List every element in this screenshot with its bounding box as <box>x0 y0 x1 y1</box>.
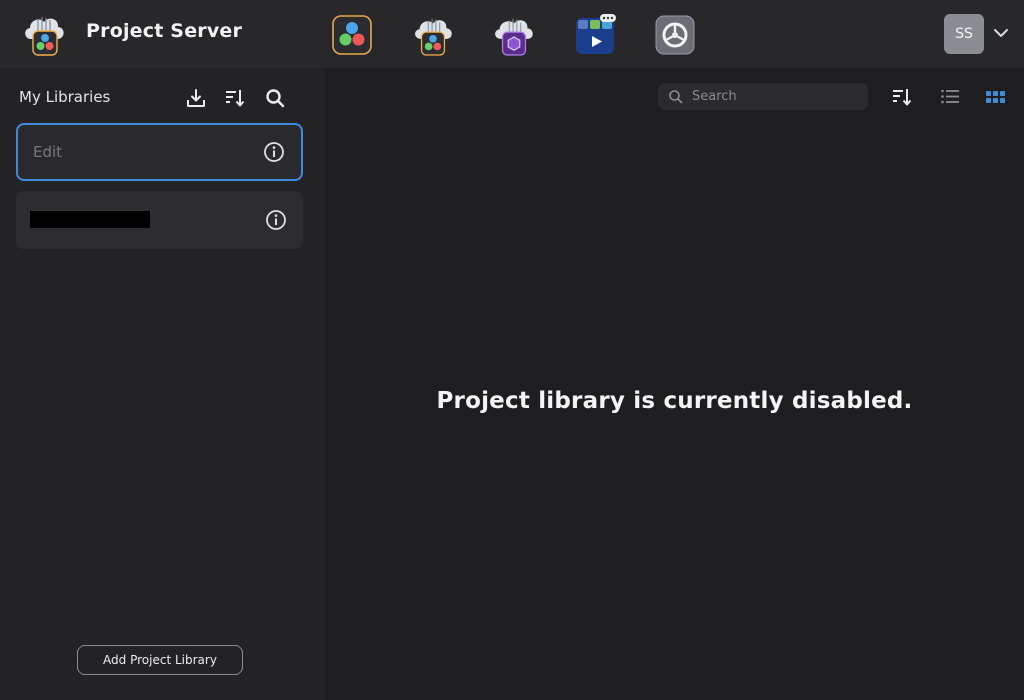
import-icon[interactable] <box>185 87 207 109</box>
grid-view-icon[interactable] <box>985 86 1007 108</box>
list-view-icon[interactable] <box>939 86 961 108</box>
sort-icon[interactable] <box>224 87 246 109</box>
info-icon[interactable] <box>263 141 285 163</box>
davinci-cloud-icon[interactable] <box>410 14 456 56</box>
empty-state-message: Project library is currently disabled. <box>436 388 913 414</box>
project-server-cloud-icon <box>25 17 64 56</box>
main-content: Project library is currently disabled. <box>325 68 1024 700</box>
user-avatar[interactable]: SS <box>944 14 984 54</box>
library-item-label: Edit <box>33 143 63 161</box>
library-item-redacted[interactable] <box>16 191 303 249</box>
library-item-edit[interactable]: Edit <box>16 123 303 181</box>
search-icon[interactable] <box>264 87 286 109</box>
presentations-icon[interactable] <box>574 14 618 56</box>
top-bar: Project Server SS <box>0 0 1024 68</box>
library-sidebar: My Libraries Edit Add Project Library <box>0 68 325 700</box>
davinci-resolve-icon[interactable] <box>332 14 372 56</box>
cloud-store-icon[interactable] <box>490 14 538 56</box>
app-title: Project Server <box>86 20 243 42</box>
add-project-library-button[interactable]: Add Project Library <box>77 645 243 675</box>
sidebar-title: My Libraries <box>19 88 111 106</box>
settings-app-icon[interactable] <box>655 14 695 56</box>
sort-icon[interactable] <box>891 86 913 108</box>
search-input[interactable] <box>692 86 862 107</box>
info-icon[interactable] <box>265 209 287 231</box>
search-icon <box>669 90 683 104</box>
redacted-label <box>30 211 150 228</box>
chevron-down-icon[interactable] <box>992 24 1010 42</box>
search-box[interactable] <box>658 83 868 110</box>
